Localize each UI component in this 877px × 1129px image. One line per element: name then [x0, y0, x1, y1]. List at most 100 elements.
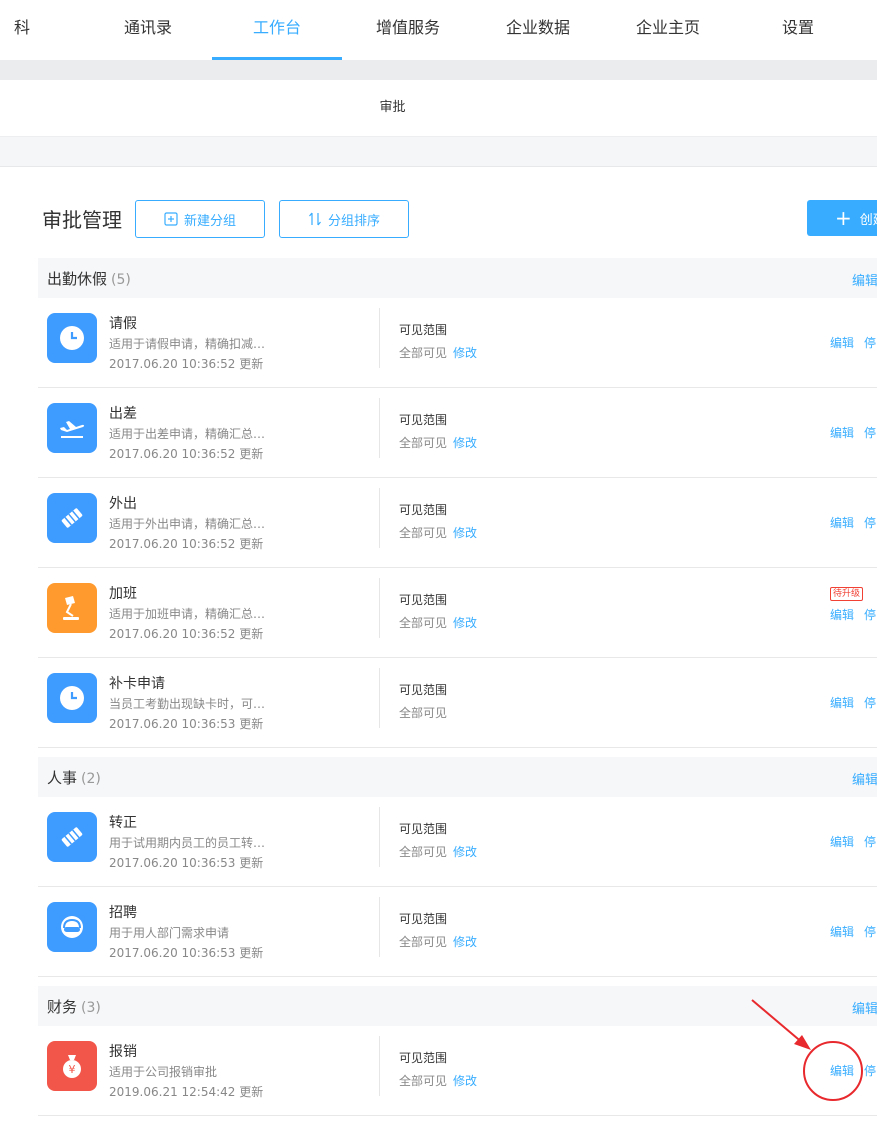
- add-folder-icon: [164, 212, 178, 226]
- template-updated-time: 2019.06.21 12:54:42 更新: [109, 1085, 264, 1099]
- group-edit-link[interactable]: 编辑: [852, 270, 877, 289]
- edit-link[interactable]: 编辑: [830, 694, 854, 711]
- handshake-icon: [47, 812, 97, 862]
- template-desc: 适用于公司报销审批: [109, 1065, 218, 1079]
- modify-link[interactable]: 修改: [453, 346, 477, 360]
- visibility-label: 可见范围: [399, 683, 448, 697]
- template-desc: 当员工考勤出现缺卡时，可…: [109, 697, 266, 711]
- template-name: 招聘: [109, 905, 137, 921]
- edit-link[interactable]: 编辑: [830, 833, 854, 850]
- template-updated-time: 2017.06.20 10:36:52 更新: [109, 627, 264, 641]
- sort-group-button[interactable]: 分组排序: [279, 200, 409, 238]
- visibility-label: 可见范围: [399, 1051, 448, 1065]
- template-name: 报销: [109, 1044, 137, 1060]
- sub-bar-title: 审批: [379, 100, 406, 115]
- group-header-finance: 财务 (3) 编辑: [38, 986, 877, 1026]
- disable-link[interactable]: 停: [864, 833, 876, 850]
- visibility-label: 可见范围: [399, 822, 448, 836]
- disable-link[interactable]: 停: [864, 514, 876, 531]
- group-count: (3): [81, 1000, 101, 1016]
- group-name: 人事: [47, 769, 78, 787]
- nav-item-workbench[interactable]: 工作台: [212, 0, 342, 60]
- page-title: 审批管理: [42, 208, 122, 232]
- visibility-value: 全部可见: [399, 1074, 448, 1088]
- upgrade-badge: 待升级: [830, 587, 864, 601]
- template-desc: 适用于请假申请，精确扣减…: [109, 337, 266, 351]
- template-updated-time: 2017.06.20 10:36:52 更新: [109, 357, 264, 371]
- template-desc: 适用于外出申请，精确汇总…: [109, 517, 266, 531]
- template-updated-time: 2017.06.20 10:36:53 更新: [109, 856, 264, 870]
- nav-item-settings[interactable]: 设置: [748, 0, 848, 60]
- group-header-attendance: 出勤休假 (5) 编辑: [38, 258, 877, 298]
- create-button[interactable]: + 创建: [807, 200, 877, 236]
- template-name: 外出: [109, 496, 137, 512]
- nav-item-value-added[interactable]: 增值服务: [358, 0, 458, 60]
- template-row: 补卡申请 当员工考勤出现缺卡时，可… 2017.06.20 10:36:53 更…: [38, 658, 877, 748]
- light-separator: [0, 136, 877, 167]
- template-row: ¥ 报销 适用于公司报销审批 2019.06.21 12:54:42 更新 可见…: [38, 1026, 877, 1116]
- disable-link[interactable]: 停: [864, 1062, 876, 1079]
- visibility-value: 全部可见: [399, 935, 448, 949]
- template-name: 出差: [109, 406, 137, 422]
- template-updated-time: 2017.06.20 10:36:52 更新: [109, 447, 264, 461]
- nav-item-contacts[interactable]: 通讯录: [98, 0, 198, 60]
- new-group-button[interactable]: 新建分组: [135, 200, 265, 238]
- edit-link[interactable]: 编辑: [830, 514, 854, 531]
- top-nav: 科技… 通讯录 工作台 增值服务 企业数据 企业主页 设置: [0, 0, 877, 93]
- disable-link[interactable]: 停: [864, 694, 876, 711]
- divider: [379, 668, 380, 728]
- template-name: 加班: [109, 586, 137, 602]
- template-desc: 用于用人部门需求申请: [109, 926, 230, 940]
- group-name: 财务: [47, 998, 78, 1016]
- group-name: 出勤休假: [47, 270, 108, 288]
- modify-link[interactable]: 修改: [453, 935, 477, 949]
- divider: [379, 308, 380, 368]
- visibility-value: 全部可见: [399, 526, 448, 540]
- template-name: 请假: [109, 316, 137, 332]
- visibility-label: 可见范围: [399, 593, 448, 607]
- template-row: 转正 用于试用期内员工的员工转… 2017.06.20 10:36:53 更新 …: [38, 797, 877, 887]
- nav-item-enterprise-home[interactable]: 企业主页: [618, 0, 718, 60]
- template-name: 补卡申请: [109, 676, 165, 692]
- template-updated-time: 2017.06.20 10:36:53 更新: [109, 717, 264, 731]
- visibility-label: 可见范围: [399, 413, 448, 427]
- edit-link[interactable]: 编辑: [830, 334, 854, 351]
- new-group-label: 新建分组: [183, 213, 236, 229]
- modify-link[interactable]: 修改: [453, 616, 477, 630]
- modify-link[interactable]: 修改: [453, 436, 477, 450]
- visibility-label: 可见范围: [399, 323, 448, 337]
- nav-item-company[interactable]: 科技…: [0, 0, 44, 93]
- edit-link[interactable]: 编辑: [830, 606, 854, 623]
- svg-text:¥: ¥: [69, 1063, 76, 1076]
- group-edit-link[interactable]: 编辑: [852, 998, 877, 1017]
- disable-link[interactable]: 停: [864, 606, 876, 623]
- disable-link[interactable]: 停: [864, 923, 876, 940]
- template-name: 转正: [109, 815, 137, 831]
- disable-link[interactable]: 停: [864, 424, 876, 441]
- plus-icon: +: [835, 206, 852, 230]
- nav-item-enterprise-data[interactable]: 企业数据: [488, 0, 588, 60]
- sort-icon: [309, 212, 321, 226]
- sub-bar: 审批: [0, 80, 877, 136]
- group-edit-link[interactable]: 编辑: [852, 769, 877, 788]
- handshake-icon: [47, 493, 97, 543]
- template-desc: 适用于出差申请，精确汇总…: [109, 427, 266, 441]
- modify-link[interactable]: 修改: [453, 845, 477, 859]
- edit-link[interactable]: 编辑: [830, 923, 854, 940]
- visibility-label: 可见范围: [399, 912, 448, 926]
- airplane-icon: [47, 403, 97, 453]
- disable-link[interactable]: 停: [864, 334, 876, 351]
- divider: [379, 398, 380, 458]
- modify-link[interactable]: 修改: [453, 526, 477, 540]
- sort-group-label: 分组排序: [327, 213, 380, 229]
- edit-link[interactable]: 编辑: [830, 1062, 854, 1079]
- template-updated-time: 2017.06.20 10:36:53 更新: [109, 946, 264, 960]
- modify-link[interactable]: 修改: [453, 1074, 477, 1088]
- desk-lamp-icon: [47, 583, 97, 633]
- visibility-label: 可见范围: [399, 503, 448, 517]
- edit-link[interactable]: 编辑: [830, 424, 854, 441]
- divider: [379, 807, 380, 867]
- divider: [379, 897, 380, 957]
- template-desc: 适用于加班申请，精确汇总…: [109, 607, 266, 621]
- visibility-value: 全部可见: [399, 845, 448, 859]
